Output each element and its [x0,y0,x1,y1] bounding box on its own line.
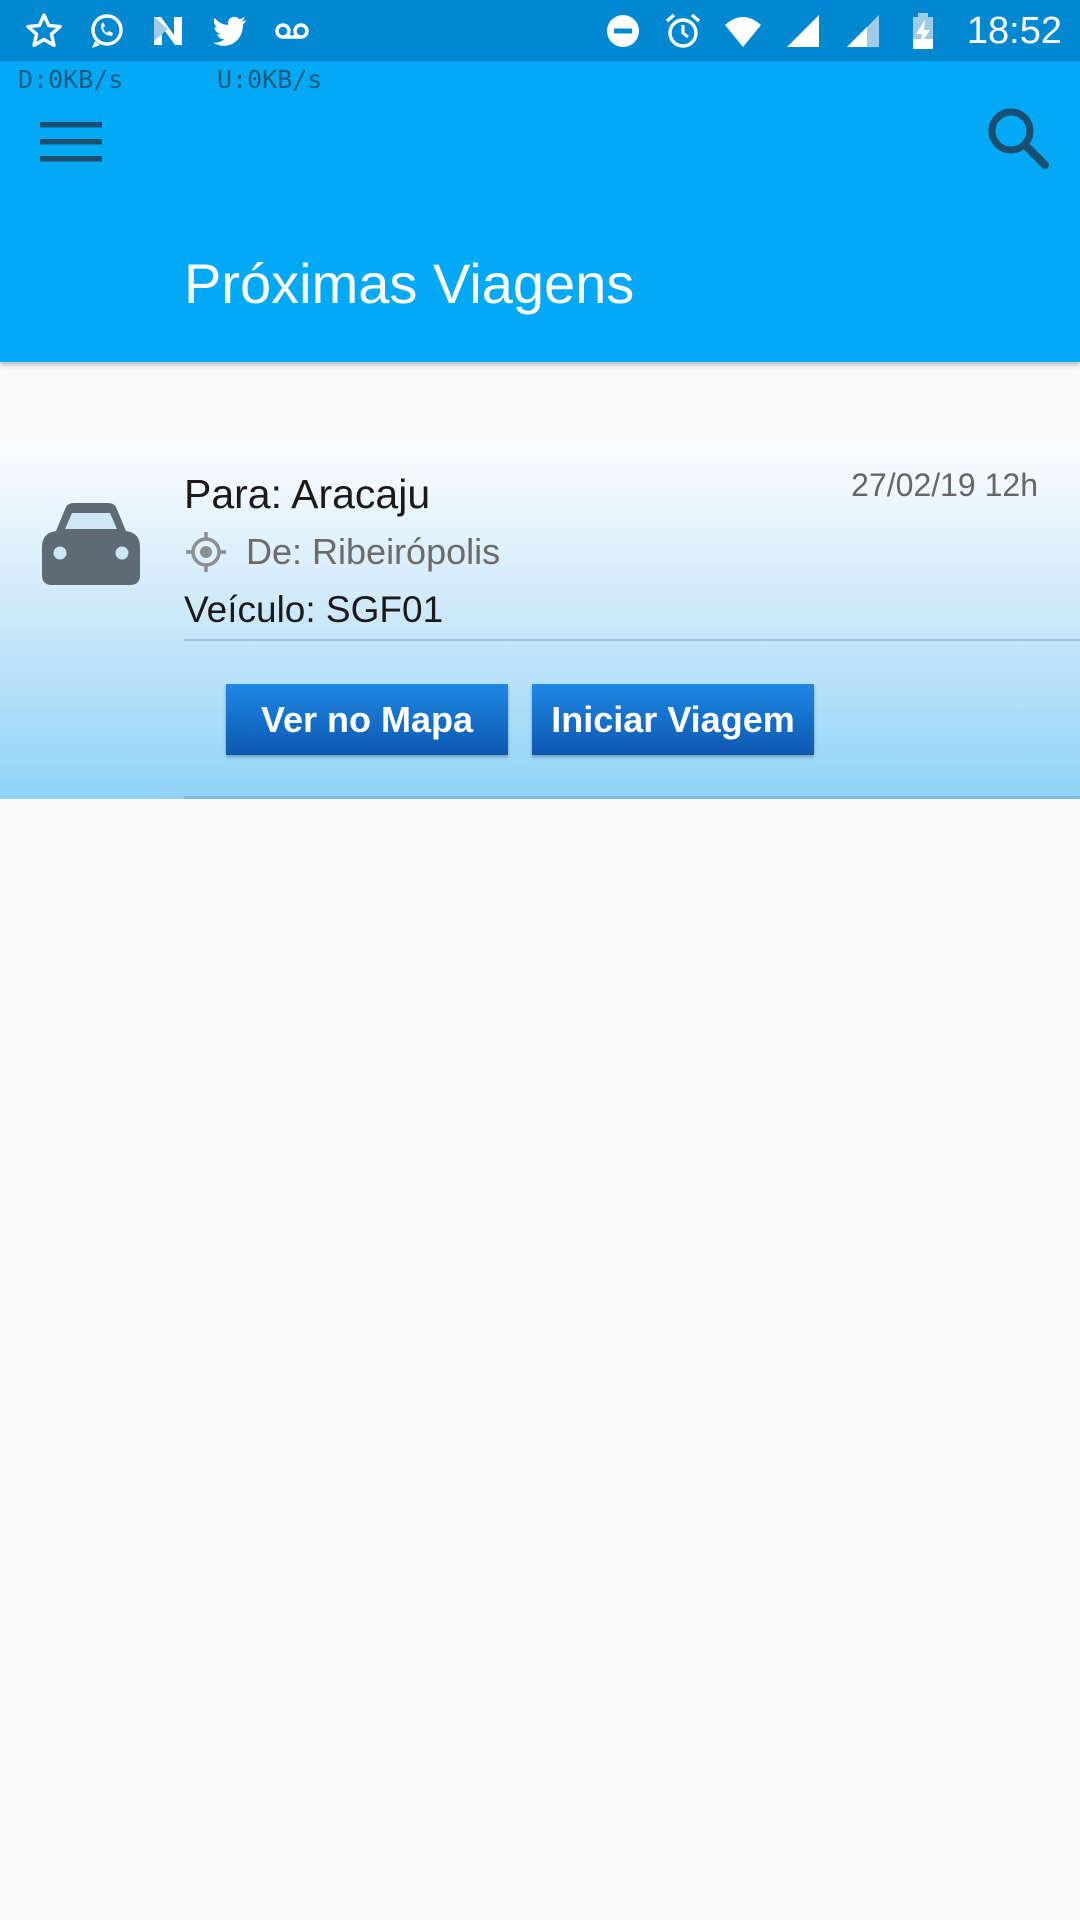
n-app-icon [146,9,190,53]
app-bar: D:0KB/s U:0KB/s Próximas Viagens [0,61,1080,362]
voicemail-icon [270,9,314,53]
car-icon [42,503,140,585]
view-on-map-button[interactable]: Ver no Mapa [226,684,508,755]
notification-icons [22,8,314,54]
twitter-icon [208,9,252,53]
trip-origin: De: Ribeirópolis [246,531,501,572]
download-speed: D:0KB/s [18,65,124,94]
search-icon [988,108,1049,169]
status-clock: 18:52 [966,9,1062,52]
system-icons: 18:52 [601,8,1062,54]
star-icon [22,9,66,53]
whatsapp-icon [84,9,128,53]
alarm-icon [661,9,705,53]
wifi-icon [721,9,765,53]
menu-icon [40,122,102,162]
trip-date: 27/02/19 12h [851,467,1038,503]
divider [184,639,1080,641]
do-not-disturb-icon [601,9,645,53]
signal-icon [781,9,825,53]
status-bar: 18:52 [0,0,1080,61]
battery-charging-icon [901,9,945,53]
menu-button[interactable] [30,101,112,183]
upload-speed: U:0KB/s [217,65,323,94]
divider [184,796,1080,799]
trip-vehicle: Veículo: SGF01 [184,589,444,630]
signal-icon [841,9,885,53]
trip-destination: Para: Aracaju [184,471,431,517]
search-button[interactable] [976,96,1058,178]
location-crosshair-icon [186,532,226,572]
page-title: Próximas Viagens [184,252,635,315]
origin-row: De: Ribeirópolis [184,529,500,575]
start-trip-button[interactable]: Iniciar Viagem [532,684,814,755]
trip-card[interactable]: Para: Aracaju 27/02/19 12h De: Ribeirópo… [0,441,1080,799]
